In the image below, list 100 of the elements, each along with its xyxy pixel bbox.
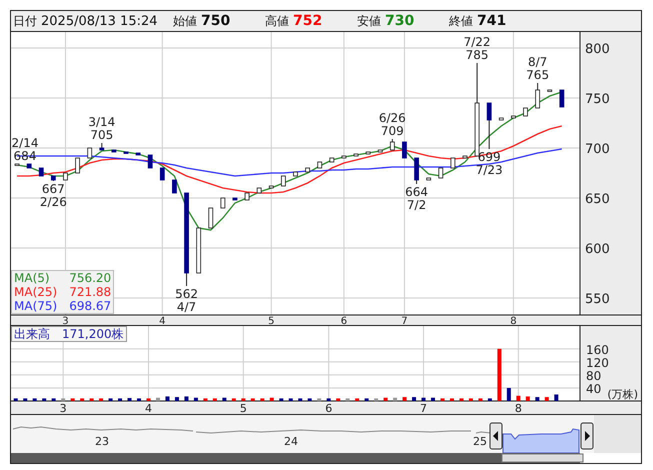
unit-label: (万株) [607, 388, 638, 401]
date-label: 日付 [13, 12, 37, 30]
candlestick [329, 158, 334, 162]
candlestick [14, 164, 20, 166]
candlestick [256, 188, 262, 194]
legend-label: MA(75) [14, 299, 58, 313]
quote-label: 始値 [173, 12, 197, 30]
chart-annotation: 3/14 [88, 115, 116, 129]
candlestick [148, 154, 153, 168]
chart-annotation: 699 [478, 150, 501, 164]
quote-label: 終値 [449, 12, 473, 30]
axis-label: 120 [586, 356, 609, 370]
chart-annotation: 664 [405, 185, 428, 199]
axis-label: 3 [62, 316, 69, 325]
candlestick [474, 102, 480, 156]
axis-label: 4 [145, 402, 152, 414]
chart-annotation: 7/23 [476, 163, 503, 177]
volume-total: 171,200株 [62, 327, 124, 341]
chart-annotation: 2/14 [12, 136, 38, 150]
axis-label: 7 [420, 402, 428, 414]
axis-label: 5 [268, 316, 274, 325]
chart-annotation: 7/22 [464, 35, 491, 49]
axis-label: 600 [585, 242, 610, 257]
chart-annotation: 6/26 [378, 111, 406, 125]
axis-label: 8 [510, 316, 517, 325]
candlestick [136, 152, 141, 156]
candlestick [26, 164, 32, 168]
candlestick [354, 154, 358, 156]
quote-value: 730 [385, 12, 414, 28]
range-handle[interactable] [580, 422, 594, 450]
axis-label: 8 [514, 402, 522, 414]
axis-label: 800 [585, 42, 610, 57]
range-handle[interactable] [490, 422, 502, 450]
candlestick [268, 186, 274, 188]
candlestick [305, 168, 310, 172]
candlestick [378, 150, 383, 152]
legend-label: MA(25) [14, 285, 58, 299]
candlestick [535, 90, 540, 108]
chart-annotation: 562 [175, 287, 198, 301]
chart-annotation: 705 [90, 128, 114, 142]
candlestick [498, 118, 504, 120]
chart-annotation: 765 [526, 68, 550, 82]
date-time: 2025/08/13 15:24 [41, 14, 158, 28]
quote-label: 安値 [357, 12, 381, 30]
axis-label: 80 [586, 368, 602, 383]
candlestick [462, 156, 468, 158]
axis-label: 3 [60, 402, 67, 414]
chart-annotation: 667 [42, 182, 65, 196]
chart-annotation: 2/26 [40, 195, 67, 209]
candlestick [342, 156, 346, 158]
year-label: 23 [95, 435, 109, 448]
axis-label: 6 [325, 402, 332, 414]
candlestick [232, 198, 238, 200]
candlestick [196, 228, 202, 274]
legend-label: MA(5) [14, 271, 51, 285]
candle-wick [186, 272, 188, 286]
chart-annotation: 709 [380, 124, 404, 138]
axis-label: 5 [240, 402, 247, 414]
candlestick [293, 172, 298, 176]
candlestick [124, 152, 128, 154]
selected-range[interactable] [502, 428, 580, 454]
candlestick [208, 208, 214, 228]
candlestick [99, 148, 104, 150]
quote-label: 高値 [265, 12, 289, 30]
axis-label: 700 [585, 142, 610, 157]
axis-label: 750 [585, 92, 610, 107]
chart-annotation: 4/7 [176, 300, 196, 314]
axis-label: 550 [585, 292, 610, 307]
candle-wick [537, 82, 538, 90]
candlestick [366, 152, 371, 154]
candlestick [450, 158, 456, 168]
candlestick [87, 148, 92, 158]
quote-value: 750 [201, 12, 230, 28]
candlestick [281, 176, 286, 186]
candlestick [547, 90, 552, 92]
chart-annotation: 7/2 [406, 198, 426, 212]
axis-label: 650 [585, 192, 610, 207]
scrollbar[interactable] [11, 453, 584, 463]
candlestick [486, 102, 492, 120]
candlestick [75, 158, 80, 174]
axis-label: 160 [586, 342, 609, 357]
candlestick [414, 158, 419, 180]
candle-wick [488, 120, 490, 150]
chart-annotation: 785 [466, 48, 489, 62]
quote-value: 752 [293, 12, 322, 28]
candlestick [426, 178, 432, 180]
candlestick [172, 180, 177, 194]
axis-label: 7 [401, 316, 408, 325]
candlestick [112, 150, 116, 152]
candle-wick [476, 62, 478, 104]
candlestick [511, 116, 516, 118]
candlestick [559, 90, 564, 108]
year-label: 25 [473, 435, 487, 448]
candlestick [160, 168, 165, 180]
candlestick [220, 198, 226, 208]
axis-label: 6 [340, 316, 348, 325]
year-label: 24 [284, 435, 298, 448]
candlestick [402, 142, 407, 158]
quote-value: 741 [477, 12, 506, 28]
axis-label: 4 [159, 316, 166, 325]
